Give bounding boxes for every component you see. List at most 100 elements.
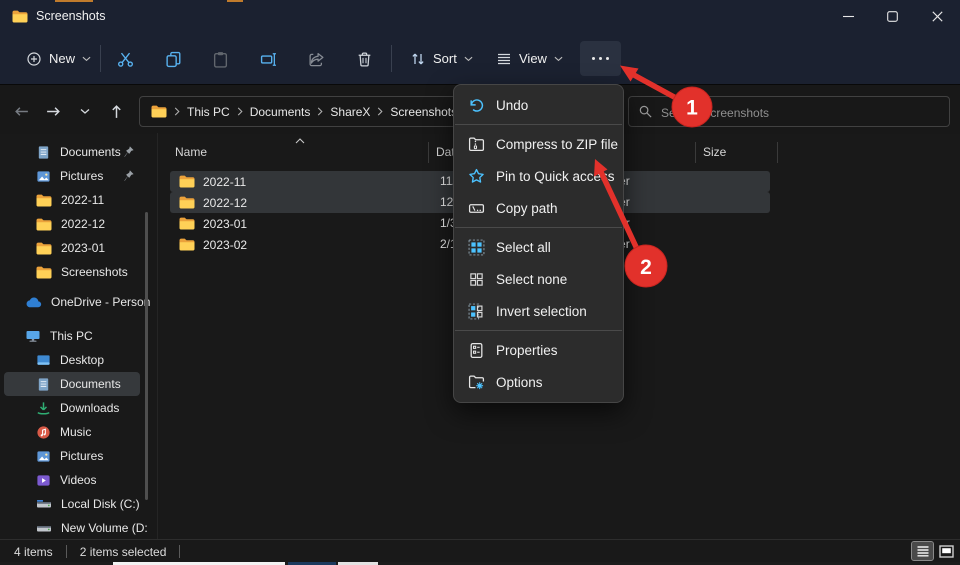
sidebar-item-this-pc[interactable]: This PC	[0, 324, 157, 348]
sidebar-item-label: Documents	[60, 377, 121, 391]
delete-button[interactable]	[351, 46, 377, 72]
view-button-label: View	[519, 51, 547, 66]
history-dropdown-button[interactable]	[72, 98, 98, 124]
column-header-size[interactable]: Size	[703, 145, 726, 159]
copy-button[interactable]	[160, 46, 186, 72]
sidebar-item-documents-pinned[interactable]: Documents	[0, 140, 157, 164]
details-view-toggle-button[interactable]	[911, 541, 934, 561]
maximize-button[interactable]	[872, 4, 912, 28]
breadcrumb-this-pc[interactable]: This PC	[187, 105, 230, 119]
arrow-left-icon	[14, 106, 28, 116]
see-more-ellipsis-icon	[599, 57, 602, 60]
rename-button[interactable]	[255, 46, 281, 72]
new-plus-icon	[27, 51, 41, 66]
breadcrumb-sharex[interactable]: ShareX	[330, 105, 370, 119]
menu-item-options[interactable]: Options	[454, 366, 623, 398]
cut-button[interactable]	[112, 46, 138, 72]
column-divider[interactable]	[777, 142, 778, 163]
chevron-right-icon	[378, 107, 383, 116]
see-more-ellipsis-icon	[592, 57, 595, 60]
sidebar-item-downloads[interactable]: Downloads	[0, 396, 157, 420]
menu-item-label: Undo	[496, 97, 529, 113]
share-button[interactable]	[303, 46, 329, 72]
sidebar-item-new-volume-d[interactable]: New Volume (D:	[0, 516, 157, 540]
see-more-ellipsis-icon	[606, 57, 609, 60]
sidebar-item-desktop[interactable]: Desktop	[0, 348, 157, 372]
sidebar-item-2023-01[interactable]: 2023-01	[0, 236, 157, 260]
menu-item-invert-selection[interactable]: Invert selection	[454, 295, 623, 327]
sidebar-item-screenshots[interactable]: Screenshots	[0, 260, 157, 284]
menu-item-undo[interactable]: Undo	[454, 89, 623, 121]
copy-icon	[165, 51, 180, 67]
copy-path-icon	[467, 199, 485, 217]
minimize-button[interactable]	[828, 4, 868, 28]
menu-item-properties[interactable]: Properties	[454, 334, 623, 366]
music-note-icon	[37, 425, 50, 439]
sidebar-item-local-disk-c[interactable]: Local Disk (C:)	[0, 492, 157, 516]
sidebar-item-label: Videos	[60, 473, 97, 487]
pictures-icon	[37, 450, 50, 462]
column-header-name[interactable]: Name	[175, 145, 207, 159]
sidebar-item-label: New Volume (D:	[61, 521, 148, 535]
folder-icon	[36, 266, 52, 278]
menu-item-copy-path[interactable]: Copy path	[454, 192, 623, 224]
sort-ascending-icon	[295, 138, 305, 144]
column-divider[interactable]	[428, 142, 429, 163]
search-box	[628, 96, 950, 127]
sidebar-item-label: Desktop	[60, 353, 105, 367]
selected-count: 2 items selected	[79, 544, 167, 559]
paste-button[interactable]	[207, 46, 233, 72]
select-none-grid-icon	[467, 270, 485, 288]
details-view-icon	[917, 546, 928, 557]
sidebar-item-documents-selected[interactable]: Documents	[4, 372, 140, 396]
onedrive-cloud-icon	[26, 296, 42, 307]
sidebar-item-label: 2023-01	[61, 241, 106, 255]
chevron-down-icon	[80, 108, 90, 114]
menu-item-compress-to-zip[interactable]: Compress to ZIP file	[454, 128, 623, 160]
new-button[interactable]: New	[16, 41, 101, 76]
pin-icon	[122, 169, 135, 182]
sort-button[interactable]: Sort	[402, 41, 481, 76]
sidebar-item-pictures[interactable]: Pictures	[0, 444, 157, 468]
sidebar-item-videos[interactable]: Videos	[0, 468, 157, 492]
view-button[interactable]: View	[488, 41, 571, 76]
chevron-down-icon	[554, 56, 563, 61]
folder-icon	[179, 196, 195, 209]
forward-button[interactable]	[40, 98, 66, 124]
breadcrumb-screenshots[interactable]: Screenshots	[390, 105, 457, 119]
sidebar-scrollbar[interactable]	[145, 212, 148, 500]
sidebar-item-2022-11[interactable]: 2022-11	[0, 188, 157, 212]
menu-item-select-all[interactable]: Select all	[454, 231, 623, 263]
see-more-button[interactable]	[580, 41, 621, 76]
see-more-menu: Undo Compress to ZIP file Pin to Quick a…	[453, 84, 624, 403]
thumbnail-view-toggle-button[interactable]	[936, 542, 957, 560]
sort-button-label: Sort	[433, 51, 457, 66]
sidebar-item-label: Documents	[60, 145, 121, 159]
sidebar-item-pictures-pinned[interactable]: Pictures	[0, 164, 157, 188]
sidebar-item-onedrive[interactable]: OneDrive - Person	[0, 290, 157, 314]
sidebar-item-2022-12[interactable]: 2022-12	[0, 212, 157, 236]
breadcrumb-documents[interactable]: Documents	[250, 105, 311, 119]
menu-item-pin-to-quick-access[interactable]: Pin to Quick access	[454, 160, 623, 192]
close-button[interactable]	[917, 4, 957, 28]
menu-item-select-none[interactable]: Select none	[454, 263, 623, 295]
sidebar-item-music[interactable]: Music	[0, 420, 157, 444]
callout-number-2: 2	[640, 256, 652, 279]
star-icon	[467, 167, 485, 185]
file-name: 2023-02	[203, 237, 248, 252]
minimize-icon	[842, 15, 854, 17]
hard-disk-icon	[37, 500, 51, 508]
file-name: 2022-11	[203, 174, 247, 189]
sidebar-item-label: Screenshots	[61, 265, 128, 279]
menu-item-label: Select all	[496, 239, 551, 255]
up-button[interactable]	[103, 98, 129, 124]
column-divider[interactable]	[695, 142, 696, 163]
toolbar-divider	[391, 45, 392, 72]
document-icon	[38, 377, 49, 391]
explorer-tab[interactable]: Screenshots	[12, 4, 105, 28]
file-name: 2023-01	[203, 216, 248, 231]
folder-icon	[36, 194, 52, 206]
search-input[interactable]	[659, 99, 943, 126]
back-button[interactable]	[8, 98, 34, 124]
videos-play-icon	[37, 474, 50, 486]
